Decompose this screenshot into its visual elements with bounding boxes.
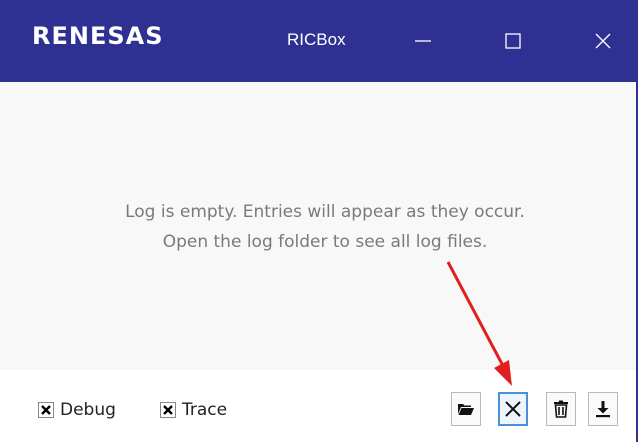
debug-checkbox-label: Debug [60,400,116,420]
empty-log-message: Log is empty. Entries will appear as the… [14,197,636,257]
maximize-icon [505,33,521,49]
window-title: RICBox [287,30,346,49]
trace-checkbox[interactable]: Trace [160,400,227,420]
minimize-icon [415,40,431,42]
close-window-button[interactable] [580,18,626,64]
download-icon [596,401,610,418]
check-x-icon [163,405,173,415]
empty-log-line-2: Open the log folder to see all log files… [162,232,488,252]
log-area[interactable]: Log is empty. Entries will appear as the… [0,82,636,378]
debug-checkbox[interactable]: Debug [38,400,116,420]
close-icon [595,33,611,49]
delete-logs-button[interactable] [546,392,576,426]
empty-log-line-1: Log is empty. Entries will appear as the… [125,202,525,222]
title-bar[interactable]: RENESAS RICBox [0,0,636,82]
trace-checkbox-box[interactable] [160,402,176,418]
trace-checkbox-label: Trace [182,400,228,420]
renesas-logo: RENESAS [32,22,164,50]
clear-log-button[interactable] [498,392,528,426]
clear-icon [505,401,521,417]
check-x-icon [41,405,51,415]
log-toolbar: Debug Trace [0,370,636,442]
debug-checkbox-box[interactable] [38,402,54,418]
trash-icon [554,400,568,418]
folder-open-icon [458,404,474,415]
ricbox-window: RENESAS RICBox Log is empty. Entries wil… [0,0,638,442]
download-logs-button[interactable] [588,392,618,426]
open-log-folder-button[interactable] [451,392,481,426]
minimize-button[interactable] [400,18,446,64]
maximize-button[interactable] [490,18,536,64]
